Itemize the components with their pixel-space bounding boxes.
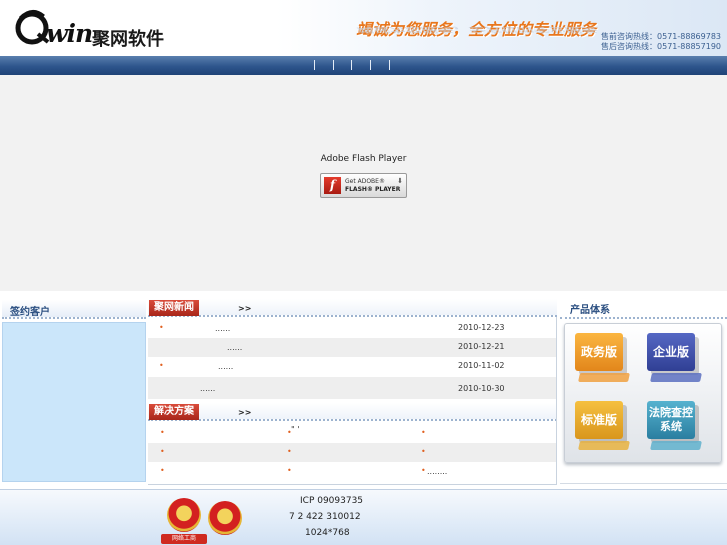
aftersales-hotline: 售后咨询热线：0571-88857190 — [601, 42, 721, 51]
product-reflection — [650, 441, 702, 450]
news-title[interactable]: ...... — [215, 324, 230, 333]
news-title[interactable]: ...... — [200, 384, 215, 393]
icp-number: ICP 09093735 — [300, 496, 364, 506]
company-name: 聚网软件 — [92, 29, 164, 50]
news-title[interactable]: ...... — [218, 362, 233, 371]
news-item[interactable]: ...... 2010-10-30 — [148, 377, 557, 399]
flash-player-label: Adobe Flash Player — [320, 154, 407, 164]
site-header: win 聚网软件 竭诚为您服务，全方位的专业服务 竭诚为您服务，全方位的专业服务… — [0, 0, 727, 56]
hotlines: 售前咨询热线：0571-88869783 售后咨询热线：0571-8885719… — [601, 32, 721, 52]
nav-separator — [333, 60, 334, 70]
bullet-icon: • — [160, 428, 165, 437]
bullet-icon: • — [287, 466, 292, 475]
flash-logo-icon: f — [324, 177, 341, 194]
flash-player-button-label: FLASH® PLAYER — [345, 186, 401, 193]
product-label: 标准版 — [575, 401, 623, 439]
product-standard-edition[interactable]: 标准版 — [575, 401, 631, 455]
news-date: 2010-11-02 — [458, 361, 505, 370]
bullet-icon: • — [421, 466, 426, 475]
get-flash-player-button[interactable]: f Get ADOBE® FLASH® PLAYER ⬇ — [320, 173, 407, 198]
presales-hotline: 售前咨询热线：0571-88869783 — [601, 32, 721, 41]
bullet-icon: • — [160, 466, 165, 475]
news-item[interactable]: ...... 2010-12-21 — [148, 338, 557, 357]
news-item[interactable]: • ...... 2010-12-23 — [148, 319, 557, 338]
get-adobe-label: Get ADOBE® — [345, 178, 385, 185]
business-license-badge-icon[interactable] — [167, 498, 201, 532]
tab-news[interactable]: 聚网新闻 — [149, 300, 199, 316]
news-header: 聚网新闻 >> — [148, 299, 557, 317]
bullet-icon: • — [160, 447, 165, 456]
products-panel: 产品体系 政务版 企业版 标准版 法院查控 系统 — [560, 297, 727, 487]
clients-header: 签约客户 — [2, 300, 146, 319]
clients-panel: 签约客户 — [0, 297, 148, 487]
site-footer: 网络工商 ICP 09093735 7 2 422 310012 1024*76… — [0, 489, 727, 545]
news-date: 2010-12-23 — [458, 323, 505, 332]
news-item[interactable]: • ...... 2010-11-02 — [148, 357, 557, 376]
solution-link[interactable]: " ' — [291, 425, 299, 434]
news-date: 2010-10-30 — [458, 384, 505, 393]
nav-separator — [351, 60, 352, 70]
product-grid: 政务版 企业版 标准版 法院查控 系统 — [564, 323, 722, 463]
products-title: 产品体系 — [570, 305, 610, 316]
product-label: 企业版 — [647, 333, 695, 371]
resolution-note: 1024*768 — [305, 528, 350, 538]
tab-solutions[interactable]: 解决方案 — [149, 404, 199, 420]
news-date: 2010-12-21 — [458, 342, 505, 351]
products-header: 产品体系 — [560, 297, 727, 319]
bullet-icon: • — [159, 323, 164, 332]
product-gov-edition[interactable]: 政务版 — [575, 333, 631, 387]
solution-row: • • • — [148, 443, 557, 462]
nav-separator — [389, 60, 390, 70]
solution-row: • • • ........ — [148, 462, 557, 481]
solutions-more-link[interactable]: >> — [238, 408, 251, 417]
nav-separator — [370, 60, 371, 70]
slogan-reflection: 竭诚为您服务，全方位的专业服务 — [356, 25, 597, 35]
news-title[interactable]: ...... — [227, 343, 242, 352]
police-emblem-icon[interactable] — [208, 501, 242, 535]
panel-border — [560, 483, 727, 484]
solution-link[interactable]: ........ — [427, 467, 447, 476]
product-court-control-system[interactable]: 法院查控 系统 — [647, 401, 703, 455]
news-more-link[interactable]: >> — [238, 304, 251, 313]
nav-separator — [314, 60, 315, 70]
product-enterprise-edition[interactable]: 企业版 — [647, 333, 703, 387]
main-nav-bar — [0, 56, 727, 75]
product-label: 法院查控 系统 — [647, 401, 695, 439]
solutions-header: 解决方案 >> — [148, 403, 557, 421]
address-line: 7 2 422 310012 — [289, 512, 361, 522]
solution-row: • • " ' • — [148, 424, 557, 443]
bullet-icon: • — [287, 447, 292, 456]
bullet-icon: • — [421, 447, 426, 456]
product-reflection — [578, 441, 630, 450]
download-arrow-icon: ⬇ — [397, 177, 403, 185]
panel-border — [556, 317, 557, 485]
logo-text: win — [46, 19, 93, 48]
clients-list[interactable] — [2, 322, 146, 482]
news-solutions-panel: 聚网新闻 >> • ...... 2010-12-23 ...... 2010-… — [148, 297, 558, 487]
bullet-icon: • — [159, 361, 164, 370]
product-reflection — [650, 373, 702, 382]
badge-label: 网络工商 — [161, 534, 207, 544]
clients-title: 签约客户 — [10, 307, 50, 318]
product-reflection — [578, 373, 630, 382]
panel-border — [148, 484, 557, 485]
bullet-icon: • — [421, 428, 426, 437]
product-label: 政务版 — [575, 333, 623, 371]
